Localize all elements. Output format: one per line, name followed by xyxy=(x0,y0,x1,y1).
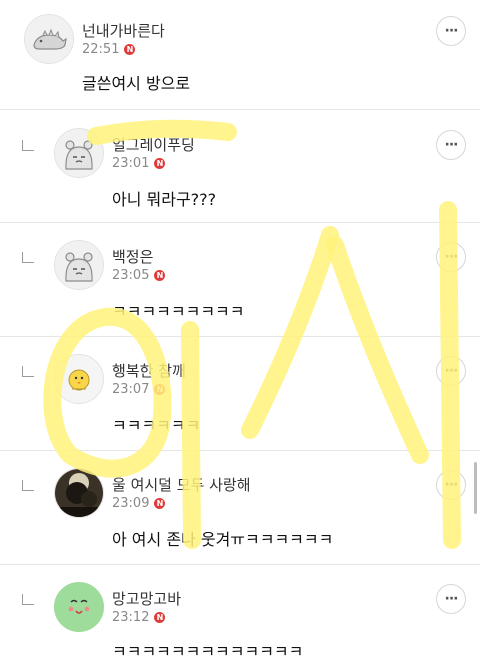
new-badge: N xyxy=(154,270,166,281)
divider xyxy=(0,222,480,223)
new-badge: N xyxy=(154,612,166,623)
comment-time: 23:01 xyxy=(112,156,150,171)
animal-icon xyxy=(55,129,103,177)
divider xyxy=(0,336,480,337)
comment-body: ㅋㅋㅋㅋㅋㅋㅋㅋㅋ xyxy=(112,302,245,321)
more-options-button[interactable]: ··· xyxy=(436,130,466,160)
reply-indicator-icon xyxy=(22,366,34,377)
comment-time: 23:09 xyxy=(112,496,150,511)
comment-time: 22:51 xyxy=(82,42,120,57)
reply-indicator-icon xyxy=(22,252,34,263)
new-badge: N xyxy=(154,498,166,509)
animal-icon xyxy=(55,241,103,289)
comment-meta: 23:07 N xyxy=(112,382,166,397)
comment-body: 아 여시 존나 웃겨ㅠㅋㅋㅋㅋㅋㅋ xyxy=(112,530,334,549)
dinosaur-icon xyxy=(25,15,73,63)
chick-icon xyxy=(55,355,103,403)
new-badge: N xyxy=(154,384,166,395)
comment-meta: 23:05 N xyxy=(112,268,166,283)
comment-body: ㅋㅋㅋㅋㅋㅋㅋㅋㅋㅋㅋㅋㅋ xyxy=(112,642,304,661)
new-badge: N xyxy=(124,44,136,55)
profile-avatar[interactable] xyxy=(54,468,104,518)
comment-nickname[interactable]: 넌내가바른다 xyxy=(82,20,165,41)
more-options-button[interactable]: ··· xyxy=(436,242,466,272)
profile-avatar[interactable] xyxy=(24,14,74,64)
more-options-button[interactable]: ··· xyxy=(436,470,466,500)
profile-avatar[interactable] xyxy=(54,354,104,404)
more-options-button[interactable]: ··· xyxy=(436,584,466,614)
comment-nickname[interactable]: 울 여시덜 모두 사랑해 xyxy=(112,474,251,495)
comment-nickname[interactable]: 얼그레이푸딩 xyxy=(112,134,195,155)
comment-nickname[interactable]: 망고망고바 xyxy=(112,588,181,609)
new-badge: N xyxy=(154,158,166,169)
more-options-button[interactable]: ··· xyxy=(436,16,466,46)
comment-nickname[interactable]: 백정은 xyxy=(112,246,153,267)
comment-meta: 22:51 N xyxy=(82,42,136,57)
more-options-button[interactable]: ··· xyxy=(436,356,466,386)
reply-indicator-icon xyxy=(22,480,34,491)
comment-meta: 23:01 N xyxy=(112,156,166,171)
comment-body: 글쓴여시 방으로 xyxy=(82,74,191,93)
comment-meta: 23:09 N xyxy=(112,496,166,511)
comment-body: 아니 뭐라구??? xyxy=(112,190,217,209)
profile-avatar[interactable] xyxy=(54,240,104,290)
comment-time: 23:05 xyxy=(112,268,150,283)
reply-indicator-icon xyxy=(22,140,34,151)
smiley-icon xyxy=(55,583,103,631)
comment-meta: 23:12 N xyxy=(112,610,166,625)
profile-avatar[interactable] xyxy=(54,128,104,178)
photo-icon xyxy=(55,469,103,517)
divider xyxy=(0,109,480,110)
comment-body: ㅋㅋㅋㅋㅋㅋ xyxy=(112,416,201,435)
comment-nickname[interactable]: 행복한 참깨 xyxy=(112,360,186,381)
reply-indicator-icon xyxy=(22,594,34,605)
comment-time: 23:07 xyxy=(112,382,150,397)
divider xyxy=(0,450,480,451)
comment-time: 23:12 xyxy=(112,610,150,625)
profile-avatar[interactable] xyxy=(54,582,104,632)
divider xyxy=(0,564,480,565)
scrollbar[interactable] xyxy=(474,462,477,514)
